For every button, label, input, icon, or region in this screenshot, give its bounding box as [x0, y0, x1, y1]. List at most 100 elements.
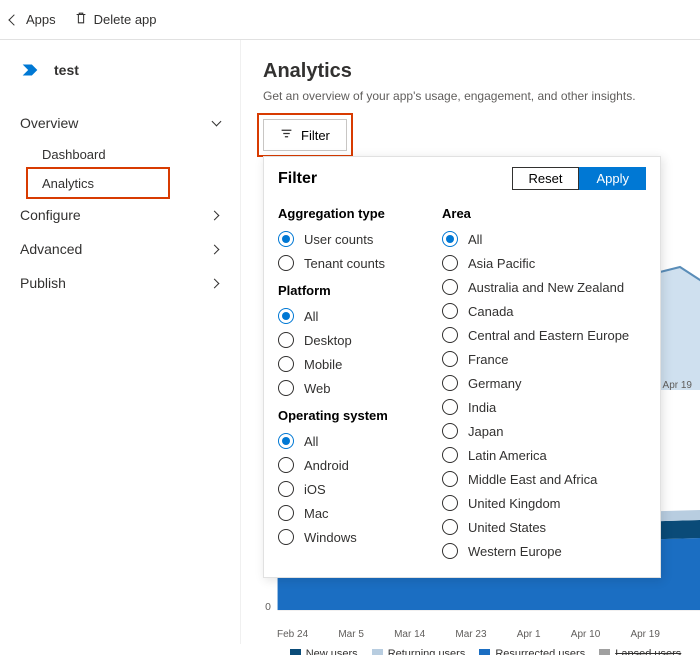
- radio-label: iOS: [304, 482, 326, 497]
- xtick: Apr 19: [663, 380, 692, 391]
- radio-option[interactable]: Canada: [442, 299, 646, 323]
- radio-option[interactable]: India: [442, 395, 646, 419]
- radio-icon: [278, 231, 294, 247]
- legend-item[interactable]: Lapsed users: [599, 648, 681, 655]
- radio-option[interactable]: Asia Pacific: [442, 251, 646, 275]
- radio-icon: [442, 423, 458, 439]
- xtick: Mar 14: [394, 629, 425, 640]
- radio-icon: [442, 471, 458, 487]
- radio-option[interactable]: iOS: [278, 477, 418, 501]
- trash-icon: [74, 11, 88, 28]
- radio-option[interactable]: All: [278, 429, 418, 453]
- chevron-left-icon: [8, 14, 19, 25]
- radio-label: Japan: [468, 424, 503, 439]
- radio-option[interactable]: Middle East and Africa: [442, 467, 646, 491]
- radio-label: User counts: [304, 232, 373, 247]
- radio-icon: [278, 356, 294, 372]
- sidebar: test Overview Dashboard Analytics Config…: [0, 40, 240, 644]
- radio-label: Latin America: [468, 448, 547, 463]
- radio-option[interactable]: Central and Eastern Europe: [442, 323, 646, 347]
- radio-label: All: [468, 232, 482, 247]
- radio-icon: [278, 481, 294, 497]
- radio-option[interactable]: User counts: [278, 227, 418, 251]
- radio-option[interactable]: Australia and New Zealand: [442, 275, 646, 299]
- radio-option[interactable]: All: [278, 304, 418, 328]
- filter-apply-button[interactable]: Apply: [579, 167, 646, 190]
- sidebar-section-advanced[interactable]: Advanced: [12, 232, 228, 266]
- sidebar-section-overview[interactable]: Overview: [12, 106, 228, 140]
- radio-label: Mobile: [304, 357, 342, 372]
- radio-label: France: [468, 352, 508, 367]
- chart-engagement-xaxis: Feb 24 Mar 5 Mar 14 Mar 23 Apr 1 Apr 10 …: [263, 625, 700, 640]
- sidebar-item-label: Analytics: [42, 176, 94, 191]
- app-logo-icon: [16, 56, 44, 84]
- radio-label: Middle East and Africa: [468, 472, 597, 487]
- xtick: Feb 24: [277, 629, 308, 640]
- legend-item[interactable]: Resurrected users: [479, 648, 585, 655]
- radio-icon: [278, 332, 294, 348]
- filter-button-label: Filter: [301, 128, 330, 143]
- radio-icon: [278, 457, 294, 473]
- radio-label: All: [304, 434, 318, 449]
- legend-item[interactable]: Returning users: [372, 648, 466, 655]
- xtick: Apr 10: [571, 629, 600, 640]
- radio-option[interactable]: Western Europe: [442, 539, 646, 563]
- legend-swatch: [479, 649, 490, 655]
- xtick: Apr 19: [630, 629, 659, 640]
- radio-label: United States: [468, 520, 546, 535]
- radio-option[interactable]: Windows: [278, 525, 418, 549]
- delete-app-button[interactable]: Delete app: [74, 11, 157, 28]
- filter-button[interactable]: Filter: [263, 119, 347, 151]
- radio-option[interactable]: Tenant counts: [278, 251, 418, 275]
- radio-option[interactable]: Mobile: [278, 352, 418, 376]
- sidebar-section-configure[interactable]: Configure: [12, 198, 228, 232]
- radio-label: Tenant counts: [304, 256, 385, 271]
- filter-group-aggregation-title: Aggregation type: [278, 206, 418, 221]
- filter-panel-title: Filter: [278, 170, 317, 188]
- chart-engagement-legend: New users Returning users Resurrected us…: [263, 640, 700, 655]
- radio-icon: [278, 308, 294, 324]
- radio-option[interactable]: Japan: [442, 419, 646, 443]
- radio-option[interactable]: France: [442, 347, 646, 371]
- radio-label: Windows: [304, 530, 357, 545]
- radio-label: Germany: [468, 376, 521, 391]
- radio-label: Canada: [468, 304, 514, 319]
- radio-option[interactable]: Germany: [442, 371, 646, 395]
- radio-option[interactable]: Desktop: [278, 328, 418, 352]
- radio-option[interactable]: All: [442, 227, 646, 251]
- sidebar-section-publish[interactable]: Publish: [12, 266, 228, 300]
- radio-option[interactable]: Latin America: [442, 443, 646, 467]
- filter-group-area-title: Area: [442, 206, 646, 221]
- xtick: Mar 5: [338, 629, 364, 640]
- radio-option[interactable]: United States: [442, 515, 646, 539]
- radio-icon: [442, 543, 458, 559]
- legend-item[interactable]: New users: [290, 648, 358, 655]
- radio-icon: [442, 327, 458, 343]
- chevron-down-icon: [212, 117, 222, 127]
- top-bar: Apps Delete app: [0, 0, 700, 40]
- back-label: Apps: [26, 12, 56, 27]
- legend-swatch: [372, 649, 383, 655]
- radio-option[interactable]: Mac: [278, 501, 418, 525]
- radio-option[interactable]: United Kingdom: [442, 491, 646, 515]
- sidebar-item-analytics[interactable]: Analytics: [34, 169, 228, 198]
- filter-reset-button[interactable]: Reset: [512, 167, 580, 190]
- chevron-right-icon: [210, 244, 220, 254]
- sidebar-item-dashboard[interactable]: Dashboard: [34, 140, 228, 169]
- filter-button-highlight: Filter: [263, 119, 347, 151]
- radio-label: Asia Pacific: [468, 256, 535, 271]
- radio-option[interactable]: Web: [278, 376, 418, 400]
- radio-icon: [278, 529, 294, 545]
- radio-icon: [442, 351, 458, 367]
- filter-icon: [280, 127, 293, 143]
- radio-icon: [442, 495, 458, 511]
- radio-icon: [442, 519, 458, 535]
- page-description: Get an overview of your app's usage, eng…: [263, 89, 700, 103]
- sidebar-item-label: Dashboard: [42, 147, 106, 162]
- sidebar-section-label: Advanced: [20, 241, 82, 257]
- radio-option[interactable]: Android: [278, 453, 418, 477]
- radio-icon: [442, 231, 458, 247]
- main-content: Analytics Get an overview of your app's …: [240, 40, 700, 644]
- back-apps-link[interactable]: Apps: [10, 12, 56, 27]
- radio-icon: [442, 447, 458, 463]
